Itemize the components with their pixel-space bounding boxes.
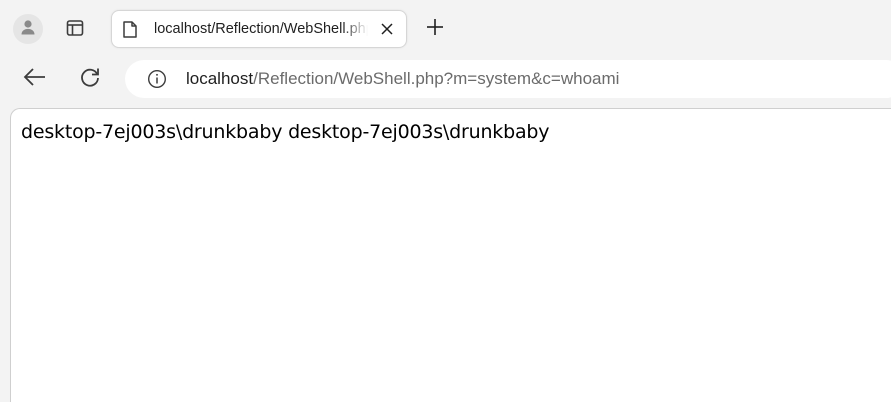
url-text[interactable]: localhost/Reflection/WebShell.php?m=syst…	[186, 69, 619, 89]
address-bar[interactable]: localhost/Reflection/WebShell.php?m=syst…	[125, 60, 891, 98]
url-path: /Reflection/WebShell.php?m=system&c=whoa…	[253, 69, 620, 88]
reload-icon	[79, 66, 101, 93]
url-host: localhost	[186, 69, 254, 88]
person-icon	[19, 18, 37, 41]
plus-icon	[426, 18, 444, 41]
page-viewport: desktop-7ej003s\drunkbaby desktop-7ej003…	[10, 108, 891, 402]
back-arrow-icon	[23, 67, 47, 92]
browser-window: localhost/Reflection/WebShell.php?m=syst…	[0, 0, 891, 402]
profile-button[interactable]	[13, 14, 43, 44]
tab-active[interactable]: localhost/Reflection/WebShell.php?m=syst…	[111, 10, 407, 48]
info-icon[interactable]	[146, 68, 168, 90]
tab-actions-icon	[66, 19, 84, 42]
close-icon[interactable]	[378, 20, 396, 38]
new-tab-button[interactable]	[421, 15, 449, 43]
reload-button[interactable]	[75, 64, 105, 94]
tab-actions-button[interactable]	[60, 15, 90, 45]
command-output: desktop-7ej003s\drunkbaby desktop-7ej003…	[21, 121, 550, 143]
tab-title: localhost/Reflection/WebShell.php?m=syst…	[154, 21, 368, 37]
back-button[interactable]	[20, 64, 50, 94]
document-icon	[122, 20, 138, 38]
